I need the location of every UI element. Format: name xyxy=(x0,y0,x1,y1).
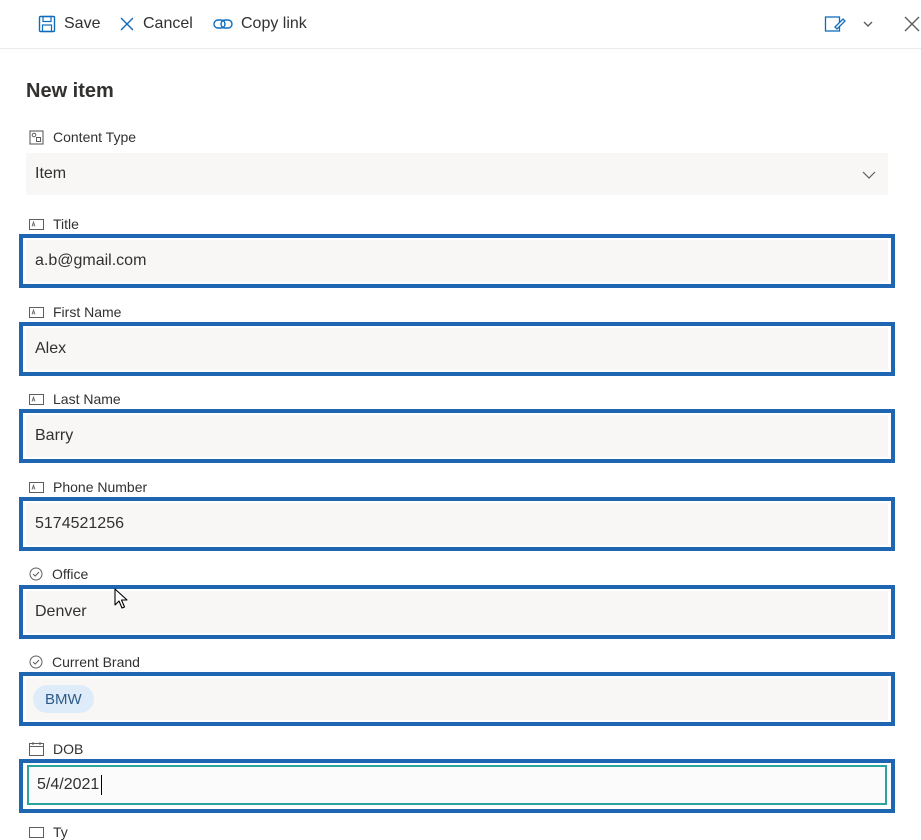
text-field-icon xyxy=(29,393,44,405)
command-bar: Save Cancel Copy link xyxy=(0,0,921,49)
text-field-icon xyxy=(29,826,44,838)
next-field-label: Ty xyxy=(29,824,68,840)
office-label: Office xyxy=(29,566,88,582)
dob-input[interactable]: 5/4/2021 xyxy=(27,765,887,805)
text-field-icon xyxy=(29,481,44,493)
close-panel-button[interactable] xyxy=(903,12,921,36)
content-type-icon xyxy=(29,129,44,145)
cancel-button[interactable]: Cancel xyxy=(119,12,193,36)
choice-icon xyxy=(29,655,43,669)
edit-form-icon xyxy=(824,14,846,34)
dropdown-button[interactable] xyxy=(862,12,874,36)
edit-form-button[interactable] xyxy=(824,12,846,36)
current-brand-label-text: Current Brand xyxy=(52,654,140,670)
text-field-icon xyxy=(29,218,44,230)
text-field-icon xyxy=(29,306,44,318)
save-icon xyxy=(38,15,56,33)
phone-number-input[interactable]: 5174521256 xyxy=(26,503,888,545)
brand-pill[interactable]: BMW xyxy=(33,685,94,713)
content-type-label: Content Type xyxy=(29,129,136,145)
office-value: Denver xyxy=(35,603,87,620)
last-name-label: Last Name xyxy=(29,391,121,407)
last-name-input[interactable]: Barry xyxy=(26,415,888,457)
current-brand-dropdown[interactable]: BMW xyxy=(26,678,888,720)
title-value: a.b@gmail.com xyxy=(35,252,147,269)
content-type-label-text: Content Type xyxy=(53,129,137,145)
cancel-label: Cancel xyxy=(143,15,193,32)
save-label: Save xyxy=(64,15,101,32)
copy-link-label: Copy link xyxy=(241,15,307,32)
chevron-down-icon xyxy=(862,19,874,29)
title-input[interactable]: a.b@gmail.com xyxy=(26,240,888,282)
page-title: New item xyxy=(26,80,114,102)
chevron-down-icon xyxy=(862,167,876,185)
first-name-value: Alex xyxy=(35,340,67,357)
link-icon xyxy=(213,16,233,32)
save-button[interactable]: Save xyxy=(38,12,100,36)
current-brand-label: Current Brand xyxy=(29,654,140,670)
dob-label: DOB xyxy=(29,741,83,757)
dob-value: 5/4/2021 xyxy=(37,776,100,793)
copy-link-button[interactable]: Copy link xyxy=(213,12,307,36)
title-label: Title xyxy=(29,216,79,232)
first-name-label-text: First Name xyxy=(53,304,122,320)
last-name-value: Barry xyxy=(35,427,74,444)
close-icon xyxy=(903,15,921,33)
close-icon xyxy=(119,16,135,32)
next-field-label-text: Ty xyxy=(53,824,68,840)
mouse-cursor-icon xyxy=(114,588,130,615)
content-type-dropdown[interactable]: Item xyxy=(26,153,888,195)
office-dropdown[interactable]: Denver xyxy=(26,591,888,633)
first-name-label: First Name xyxy=(29,304,121,320)
phone-number-label-text: Phone Number xyxy=(53,479,148,495)
content-type-value: Item xyxy=(35,165,67,182)
dob-label-text: DOB xyxy=(53,741,84,757)
choice-icon xyxy=(29,567,43,581)
office-label-text: Office xyxy=(52,566,89,582)
title-label-text: Title xyxy=(53,216,79,232)
phone-number-value: 5174521256 xyxy=(35,515,124,532)
text-caret xyxy=(101,775,103,795)
last-name-label-text: Last Name xyxy=(53,391,121,407)
first-name-input[interactable]: Alex xyxy=(26,328,888,370)
calendar-icon xyxy=(29,742,44,756)
phone-number-label: Phone Number xyxy=(29,479,147,495)
